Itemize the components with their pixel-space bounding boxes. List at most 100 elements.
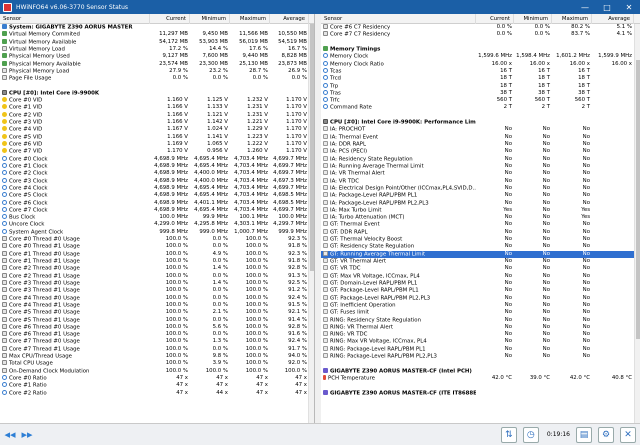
sensor-row[interactable]: GT: Thermal Event No No No [321,221,640,228]
sensor-row[interactable]: Core #4 Thread #0 Usage 100.0 % 0.0 % 100.0… [0,294,314,302]
sensor-row[interactable]: Core #5 Thread #1 Usage 100.0 % 0.0 % 100.0… [0,316,314,324]
sensor-row[interactable]: IA: Package-Level RAPL/PBM PL2,PL3 No No No [321,199,640,207]
network-icon[interactable]: ⇅ [500,426,517,443]
sensor-row[interactable]: Uncore Clock 4,299.0 MHz 4,295.8 MHz 4,303.… [0,221,314,228]
col-sensor[interactable]: Sensor [0,14,150,24]
settings-icon[interactable]: ⚙ [598,426,614,443]
sensor-row[interactable]: Core #2 VID 1.166 V 1.121 V 1.231 V 1.170 V [0,111,314,119]
sensor-row[interactable]: Trp 18 T 18 T 18 T [321,82,640,90]
left-scroll-thumb[interactable] [310,24,314,271]
sensor-row[interactable]: Core #2 Thread #0 Usage 100.0 % 1.4 % 100.0… [0,265,314,272]
sensor-row[interactable]: GT: Package-Level RAPL/PBM PL2,PL3 No No No [321,294,640,302]
sensor-row[interactable]: GT: Fuses limit No No No [321,309,640,316]
sensor-row[interactable]: Core #0 VID 1.160 V 1.125 V 1.232 V 1.170 V [0,97,314,104]
sensor-row[interactable]: Core #7 Thread #0 Usage 100.0 % 1.3 % 100.0… [0,338,314,345]
sensor-row[interactable]: Page File Usage 0.0 % 0.0 % 0.0 % 0.0 % [0,75,314,82]
col-average[interactable]: Average [270,14,309,24]
sensor-row[interactable]: Tcas 16 T 16 T 16 T [321,67,640,75]
col-current[interactable]: Current [150,14,190,24]
sensor-row[interactable]: Command Rate 2 T 2 T 2 T [321,104,640,111]
sensor-row[interactable]: Core #1 VID 1.166 V 1.133 V 1.231 V 1.170 V [0,104,314,111]
sensor-group-row[interactable]: System: GIGABYTE Z390 AORUS MASTER [0,24,314,31]
sensor-group-row[interactable]: GIGABYTE Z390 AORUS MASTER-CF (ITE IT868… [321,389,640,397]
sensor-row[interactable]: Core #5 Thread #0 Usage 100.0 % 2.1 % 100.0… [0,309,314,316]
sensor-row[interactable]: IA: Turbo Attenuation (MCT) No No Yes [321,214,640,221]
sensor-row[interactable]: Core #6 Thread #0 Usage 100.0 % 5.6 % 100.0… [0,323,314,331]
col-minimum[interactable]: Minimum [190,14,230,24]
sensor-row[interactable]: On-Demand Clock Modulation 100.0 % 100.0 %… [0,367,314,375]
col-sensor[interactable]: Sensor [321,14,476,24]
sensor-row[interactable]: Core #6 VID 1.169 V 1.065 V 1.222 V 1.170 V [0,141,314,148]
sensor-row[interactable]: Core #5 VID 1.166 V 1.141 V 1.223 V 1.170 V [0,133,314,141]
sensor-row[interactable]: Core #3 Thread #1 Usage 100.0 % 0.0 % 100.0… [0,287,314,294]
sensor-row[interactable]: Core #3 Thread #0 Usage 100.0 % 1.4 % 100.0… [0,279,314,287]
sensor-row[interactable]: GT: Thermal Velocity Boost No No No [321,236,640,243]
sensor-row[interactable]: Core #5 Clock 4,698.9 MHz 4,695.4 MHz 4,703… [0,192,314,199]
sensor-row[interactable]: Trfc 560 T 560 T 560 T [321,97,640,104]
sensor-row[interactable]: IA: PCS (PECI) No No No [321,148,640,155]
sensor-row[interactable]: Core #7 C7 Residency 0.0 % 0.0 % 83.7 % 4.1 … [321,31,640,38]
left-scrollbar[interactable] [308,24,314,423]
sensor-row[interactable]: GT: Inefficient Operation No No No [321,301,640,309]
sensor-row[interactable]: Tras 38 T 38 T 38 T [321,89,640,97]
col-maximum[interactable]: Maximum [230,14,270,24]
sensor-row[interactable]: Core #7 VID 1.170 V 0.956 V 1.260 V 1.170 V [0,148,314,155]
sensor-row[interactable]: RING: Package-Level RAPL/PBM PL1 No No No [321,345,640,353]
sensor-row[interactable]: RING: Residency State Regulation No No No [321,316,640,324]
sensor-row[interactable]: Core #1 Ratio 47 x 47 x 47 x 47 x [0,382,314,389]
sensor-row[interactable]: Core #1 Thread #1 Usage 100.0 % 0.0 % 100.0… [0,258,314,265]
sensor-row[interactable]: Core #3 Clock 4,698.9 MHz 4,400.0 MHz 4,703… [0,177,314,185]
sensor-row[interactable]: Memory Clock 1,599.6 MHz 1,598.4 MHz 1,601.… [321,53,640,60]
sensor-group-row[interactable]: GIGABYTE Z390 AORUS MASTER-CF (Intel PCH… [321,367,640,375]
sensor-row[interactable]: GT: VR TDC No No No [321,265,640,272]
sensor-row[interactable]: GT: Package-Level RAPL/PBM PL1 No No No [321,287,640,294]
sensor-row[interactable]: Core #1 Clock 4,698.9 MHz 4,695.4 MHz 4,703… [0,162,314,170]
sensor-row[interactable]: IA: Max Turbo Limit Yes No Yes [321,206,640,214]
sensor-row[interactable]: Core #4 Thread #1 Usage 100.0 % 0.0 % 100.0… [0,301,314,309]
sensor-row[interactable]: Max CPU/Thread Usage 100.0 % 9.8 % 100.0 % 9… [0,353,314,360]
right-scroll-thumb[interactable] [636,60,640,339]
report-icon[interactable]: ▤ [576,426,592,443]
sensor-row[interactable]: PCH Temperature 42.0 °C 39.0 °C 42.0 °C 40.8… [321,375,640,382]
sensor-group-row[interactable]: CPU [#0]: Intel Core i9-9900K [0,89,314,97]
sensor-row[interactable]: Core #0 Clock 4,698.9 MHz 4,695.4 MHz 4,703… [0,155,314,163]
sensor-row[interactable]: GT: DDR RAPL No No No [321,228,640,236]
sensor-row[interactable]: Virtual Memory Available 54,172 MB 53,903 … [0,38,314,46]
sensor-row[interactable]: RING: VR Thermal Alert No No No [321,323,640,331]
minimize-icon[interactable]: — [574,0,596,14]
col-maximum[interactable]: Maximum [552,14,592,24]
right-scrollbar[interactable] [634,24,640,423]
sensor-row[interactable]: GT: Residency State Regulation No No No [321,243,640,250]
sensor-row[interactable]: Core #0 Ratio 47 x 47 x 47 x 47 x [0,375,314,382]
close-sensors-icon[interactable]: ✕ [620,426,636,443]
close-icon[interactable]: ✕ [618,0,640,14]
sensor-row[interactable]: Core #4 VID 1.167 V 1.024 V 1.229 V 1.170 V [0,126,314,133]
sensor-row[interactable]: IA: DDR RAPL No No No [321,141,640,148]
back-arrows-icon[interactable]: ◂◂ [3,428,17,441]
sensor-row[interactable]: IA: Thermal Event No No No [321,133,640,141]
sensor-row[interactable]: IA: Residency State Regulation No No No [321,155,640,163]
sensor-row[interactable]: Virtual Memory Load 17.2 % 14.4 % 17.6 % 16.… [0,45,314,53]
sensor-row[interactable]: Core #2 Ratio 47 x 44 x 47 x 47 x [0,389,314,397]
maximize-icon[interactable]: □ [596,0,618,14]
col-minimum[interactable]: Minimum [514,14,552,24]
sensor-row[interactable]: Total CPU Usage 100.0 % 3.9 % 100.0 % 92.0 % [0,360,314,367]
forward-arrows-icon[interactable]: ▸▸ [20,428,34,441]
sensor-row[interactable]: Memory Clock Ratio 16.00 x 16.00 x 16.00 x 1… [321,60,640,68]
sensor-row[interactable]: RING: Max VR Voltage, ICCmax, PL4 No No No [321,338,640,345]
sensor-row[interactable]: RING: VR TDC No No No [321,331,640,338]
sensor-row[interactable]: System Agent Clock 999.8 MHz 999.0 MHz 1,00… [0,228,314,236]
sensor-row[interactable]: IA: VR Thermal Alert No No No [321,170,640,177]
sensor-row[interactable]: Core #6 Thread #1 Usage 100.0 % 0.0 % 100.0… [0,331,314,338]
sensor-row[interactable]: Core #4 Clock 4,698.9 MHz 4,695.4 MHz 4,703… [0,184,314,192]
sensor-row[interactable]: Core #1 Thread #0 Usage 100.0 % 4.9 % 100.0… [0,250,314,258]
sensor-row[interactable]: IA: Running Average Thermal Limit No No No [321,162,640,170]
sensor-row[interactable]: Virtual Memory Commited 11,297 MB 9,450 MB… [0,31,314,38]
sensor-group-row[interactable]: CPU [#0]: Intel Core i9-9900K: Performan… [321,119,640,126]
sensor-row[interactable]: Physical Memory Load 27.9 % 23.2 % 28.7 % 26… [0,67,314,75]
sensor-row[interactable]: GT: VR Thermal Alert No No No [321,258,640,265]
sensor-row[interactable]: Core #2 Thread #1 Usage 100.0 % 0.0 % 100.0… [0,272,314,280]
sensor-row[interactable]: Physical Memory Used 9,127 MB 7,600 MB 9,44… [0,53,314,60]
sensor-row[interactable]: GT: Max VR Voltage, ICCmax, PL4 No No No [321,272,640,280]
sensor-row[interactable]: Core #7 Thread #1 Usage 100.0 % 0.0 % 100.0… [0,345,314,353]
